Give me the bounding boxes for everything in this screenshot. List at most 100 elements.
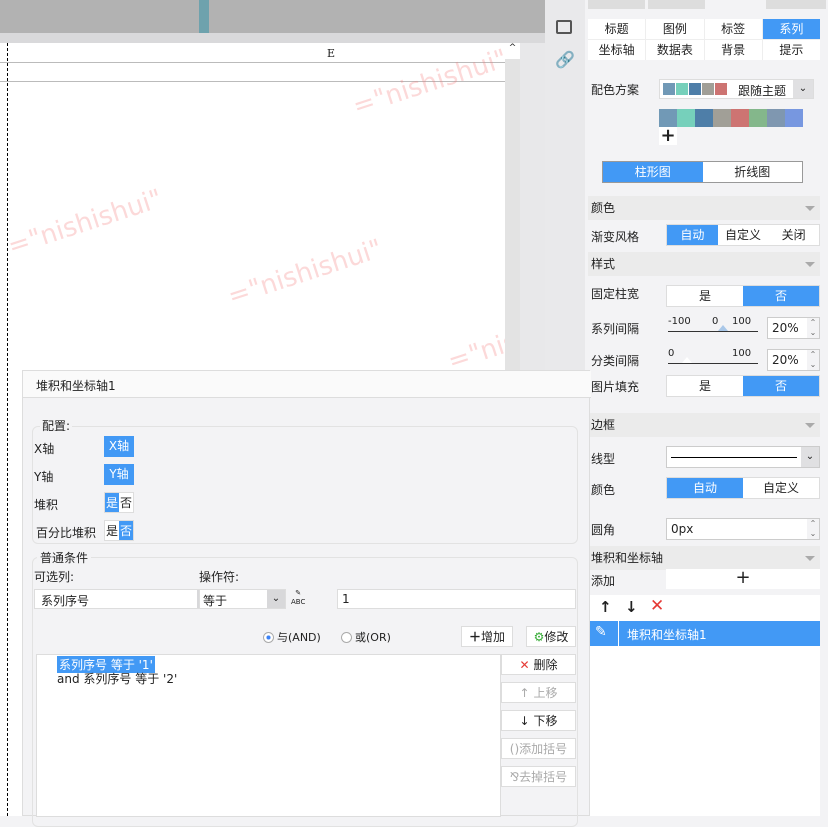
top-tab[interactable] xyxy=(588,0,645,9)
gradient-label: 渐变风格 xyxy=(591,230,640,244)
or-radio[interactable]: 或(OR) xyxy=(341,629,391,645)
delete-button[interactable]: ✕ 删除 xyxy=(501,654,576,675)
palette-color[interactable] xyxy=(695,109,713,127)
image-fill-no[interactable]: 否 xyxy=(743,376,819,396)
fixed-width-yes[interactable]: 是 xyxy=(667,286,743,306)
tab-datatable[interactable]: 数据表 xyxy=(646,40,704,60)
palette-color[interactable] xyxy=(731,109,749,127)
delete-icon[interactable]: ✕ xyxy=(650,596,664,616)
add-stack-axis-button[interactable]: + xyxy=(666,569,820,589)
percent-stack-yes[interactable]: 是 xyxy=(105,521,119,540)
radio-checked-icon xyxy=(263,631,274,643)
radius-label: 圆角 xyxy=(591,523,616,537)
config-legend: 配置: xyxy=(40,417,73,434)
move-up-button[interactable]: ↑ 上移 xyxy=(501,682,576,703)
gradient-off[interactable]: 关闭 xyxy=(768,225,819,245)
toolbar-marker xyxy=(199,0,209,33)
watermark: ="nishishui" xyxy=(444,298,505,378)
column-select[interactable]: 系列序号 ⌄ xyxy=(34,589,216,609)
add-condition-button[interactable]: ＋增加 xyxy=(461,626,513,647)
image-fill-yes[interactable]: 是 xyxy=(667,376,743,396)
section-title: 堆积和坐标轴 xyxy=(591,551,664,565)
top-tabs xyxy=(585,0,828,10)
modify-condition-button[interactable]: ⚙修改 xyxy=(526,626,576,647)
add-color-button[interactable]: + xyxy=(659,127,677,145)
slider-thumb[interactable] xyxy=(718,325,728,331)
tab-series[interactable]: 系列 xyxy=(762,19,820,39)
add-bracket-button[interactable]: ()添加括号 xyxy=(501,738,576,759)
y-axis-button[interactable]: Y轴 xyxy=(104,464,134,485)
category-gap-slider[interactable]: 0 100 xyxy=(668,348,760,370)
fixed-width-no[interactable]: 否 xyxy=(743,286,819,306)
move-down-button[interactable]: ↓ 下移 xyxy=(501,710,576,731)
palette-color[interactable] xyxy=(767,109,785,127)
image-fill-toggle: 是 否 xyxy=(666,375,820,397)
percent-stack-label: 百分比堆积 xyxy=(36,526,97,540)
section-style[interactable]: 样式 xyxy=(588,252,820,276)
line-chart-option[interactable]: 折线图 xyxy=(703,162,803,182)
slider-thumb[interactable] xyxy=(682,357,692,363)
top-tab[interactable] xyxy=(766,0,826,9)
line-type-label: 线型 xyxy=(591,452,616,466)
layout-icon[interactable] xyxy=(556,20,572,34)
percent-stack-no[interactable]: 否 xyxy=(119,521,133,540)
palette-color[interactable] xyxy=(785,109,803,127)
color-swatch xyxy=(676,83,688,95)
section-stack-axis[interactable]: 堆积和坐标轴 xyxy=(588,546,820,570)
delete-icon: ✕ xyxy=(519,658,530,672)
tab-background[interactable]: 背景 xyxy=(704,40,762,60)
gradient-custom[interactable]: 自定义 xyxy=(718,225,769,245)
line-type-select[interactable]: ⌄ xyxy=(666,446,820,468)
color-scheme-select[interactable]: 跟随主题 ⌄ xyxy=(659,79,814,99)
section-color[interactable]: 颜色 xyxy=(588,196,820,220)
category-gap-input[interactable]: 20% ⌃ ⌄ xyxy=(767,349,820,371)
stack-no[interactable]: 否 xyxy=(119,493,133,512)
border-color-auto[interactable]: 自动 xyxy=(667,478,743,498)
x-axis-button[interactable]: X轴 xyxy=(104,436,134,457)
section-border[interactable]: 边框 xyxy=(588,413,820,437)
border-color-label: 颜色 xyxy=(591,483,616,497)
x-axis-label: X轴 xyxy=(34,442,55,456)
move-up-icon[interactable]: ↑ xyxy=(599,598,612,616)
section-title: 边框 xyxy=(591,418,616,432)
remove-bracket-button[interactable]: ⅋去掉括号 xyxy=(501,766,576,787)
watermark: ="nishishui" xyxy=(4,183,167,263)
top-tab[interactable] xyxy=(648,0,705,9)
chevron-down-icon[interactable]: ⌄ xyxy=(793,80,813,98)
tab-tooltip[interactable]: 提示 xyxy=(762,40,820,60)
condition-item[interactable]: and 系列序号 等于 '2' xyxy=(57,670,177,687)
move-down-icon[interactable]: ↓ xyxy=(625,598,638,616)
radius-input[interactable]: 0px ⌃ ⌄ xyxy=(666,518,820,540)
tab-title[interactable]: 标题 xyxy=(588,19,646,39)
tab-label[interactable]: 标签 xyxy=(704,19,762,39)
palette-color[interactable] xyxy=(749,109,767,127)
operator-select[interactable]: 等于 ⌄ xyxy=(199,589,286,609)
color-palette xyxy=(659,109,803,127)
stack-toggle: 是否 xyxy=(104,492,134,513)
value-type-icon[interactable]: ✎ ABC xyxy=(291,589,305,607)
tab-legend[interactable]: 图例 xyxy=(646,19,704,39)
chevron-down-icon[interactable]: ⌄ xyxy=(801,447,819,467)
and-radio[interactable]: 与(AND) xyxy=(263,629,321,645)
stack-axis-list-item[interactable]: ✎ 堆积和坐标轴1 xyxy=(590,621,820,646)
link-icon[interactable]: 🔗 xyxy=(555,50,575,69)
series-gap-slider[interactable]: -100 0 100 xyxy=(668,316,760,338)
watermark: ="nishishui" xyxy=(224,233,387,313)
palette-color[interactable] xyxy=(677,109,695,127)
tab-axis[interactable]: 坐标轴 xyxy=(588,40,646,60)
color-scheme-label: 配色方案 xyxy=(591,83,640,97)
chart-type-toggle: 柱形图 折线图 xyxy=(602,161,803,183)
edit-pencil-icon[interactable]: ✎ xyxy=(595,624,607,640)
bar-chart-option[interactable]: 柱形图 xyxy=(603,162,703,182)
list-area xyxy=(590,646,820,816)
stack-yes[interactable]: 是 xyxy=(105,493,119,512)
palette-color[interactable] xyxy=(713,109,731,127)
value-input[interactable]: 1 xyxy=(337,589,576,609)
fixed-width-label: 固定柱宽 xyxy=(591,287,640,301)
column-header-e[interactable]: E xyxy=(327,47,335,60)
series-gap-input[interactable]: 20% ⌃ ⌄ xyxy=(767,317,820,339)
chevron-down-icon[interactable]: ⌄ xyxy=(267,590,285,608)
gradient-auto[interactable]: 自动 xyxy=(667,225,718,245)
border-color-custom[interactable]: 自定义 xyxy=(743,478,819,498)
condition-list[interactable]: 系列序号 等于 '1' and 系列序号 等于 '2' xyxy=(36,654,501,817)
